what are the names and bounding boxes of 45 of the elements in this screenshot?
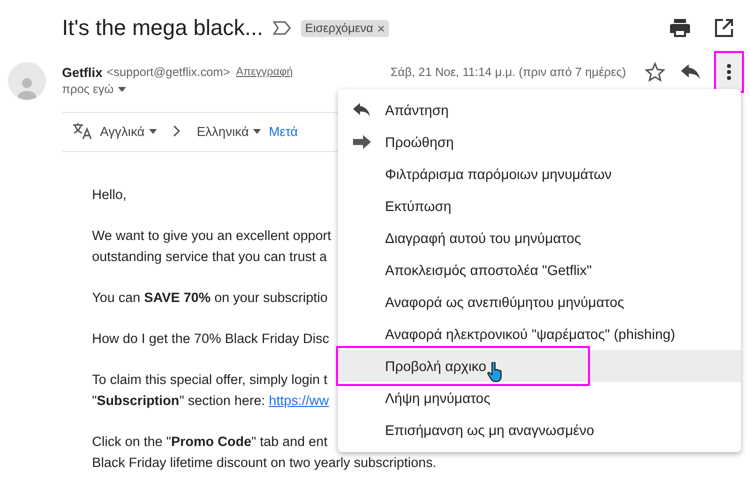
menu-item[interactable]: Επισήμανση ως μη αναγνωσμένο — [338, 414, 741, 446]
email-date: Σάβ, 21 Νοε, 11:14 μ.μ. (πριν από 7 ημέρες) — [390, 65, 626, 79]
menu-item[interactable]: Απάντηση — [338, 94, 741, 126]
more-button[interactable] — [714, 51, 744, 93]
more-vertical-icon — [727, 64, 731, 80]
inbox-label[interactable]: Εισερχόμενα × — [301, 20, 389, 36]
important-marker-icon[interactable] — [273, 21, 292, 35]
menu-item[interactable]: Αναφορά ως ανεπιθύμητου μηνύματος — [338, 286, 741, 318]
menu-item[interactable]: Αναφορά ηλεκτρονικού "ψαρέματος" (phishing) — [338, 318, 741, 350]
email-text: We want to give you an excellent opport — [92, 227, 332, 245]
email-text: "Subscription" section here: https://ww — [92, 392, 329, 410]
reply-icon — [352, 103, 370, 117]
menu-item[interactable]: Εκτύπωση — [338, 190, 741, 222]
email-text: outstanding service that you can trust a — [92, 248, 327, 266]
email-text: You can SAVE 70% on your subscriptio — [92, 289, 328, 307]
print-icon[interactable] — [670, 19, 690, 37]
forward-icon — [352, 135, 370, 149]
email-link[interactable]: https://ww — [268, 393, 329, 408]
menu-item[interactable]: Φιλτράρισμα παρόμοιων μηνυμάτων — [338, 158, 741, 190]
email-text: To claim this special offer, simply login t — [92, 371, 328, 389]
menu-item[interactable]: Αποκλεισμός αποστολέα "Getflix" — [338, 254, 741, 286]
caret-icon — [148, 128, 157, 134]
sender-email: <support@getflix.com> — [106, 65, 230, 79]
translate-icon — [72, 122, 92, 140]
caret-icon — [118, 86, 126, 92]
menu-item[interactable]: Διαγραφή αυτού του μηνύματος — [338, 222, 741, 254]
email-subject: It's the mega black... — [62, 15, 264, 41]
translate-link[interactable]: Μετά — [268, 124, 298, 138]
hand-cursor-icon — [487, 362, 504, 382]
menu-item[interactable]: Προώθηση — [338, 126, 741, 158]
unsubscribe-link[interactable]: Απεγγραφή — [236, 66, 293, 78]
sender-name: Getflix — [62, 64, 102, 80]
avatar — [8, 62, 46, 100]
menu-item[interactable]: Λήψη μηνύματος — [338, 382, 741, 414]
open-in-new-window-icon[interactable] — [715, 19, 733, 37]
email-text: Hello, — [92, 186, 127, 204]
caret-icon — [252, 128, 261, 134]
email-text: Black Friday lifetime discount on two yearly subscriptions. — [92, 454, 436, 472]
chevron-right-icon — [172, 125, 181, 137]
target-language-dropdown[interactable]: Ελληνικά — [196, 124, 261, 138]
email-text: Click on the "Promo Code" tab and ent — [92, 433, 328, 451]
source-language-dropdown[interactable]: Αγγλικά — [100, 124, 157, 138]
email-text: How do I get the 70% Black Friday Disc — [92, 330, 330, 348]
recipient-dropdown[interactable]: προς εγώ — [62, 82, 744, 96]
remove-label-icon[interactable]: × — [377, 20, 385, 36]
